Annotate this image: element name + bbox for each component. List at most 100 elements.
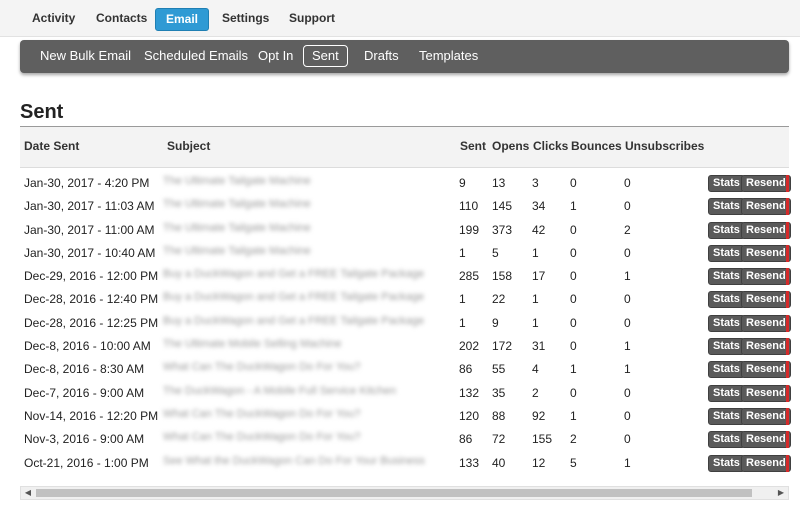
resend-button[interactable]: Resend <box>741 291 791 309</box>
cell-bounces: 0 <box>570 292 577 307</box>
cell-subject[interactable]: The Ultimate Mobile Selling Machine <box>163 338 342 350</box>
cell-unsubscribes: 2 <box>624 222 631 237</box>
stats-button[interactable]: Stats <box>708 407 745 425</box>
delete-button-edge[interactable] <box>786 314 789 332</box>
horizontal-scrollbar[interactable]: ◀ ▶ <box>20 486 789 500</box>
cell-clicks: 42 <box>532 222 546 237</box>
delete-button-edge[interactable] <box>786 338 789 356</box>
header-opens[interactable]: Opens <box>492 139 529 153</box>
delete-button-edge[interactable] <box>786 431 789 449</box>
page-title: Sent <box>20 101 64 123</box>
cell-opens: 172 <box>492 339 513 354</box>
scroll-left-arrow-icon[interactable]: ◀ <box>21 487 35 499</box>
header-subject[interactable]: Subject <box>167 139 210 153</box>
delete-button-edge[interactable] <box>786 407 789 425</box>
top-nav: Activity Contacts Email Settings Support <box>0 0 800 37</box>
cell-subject[interactable]: What Can The DuckWagon Do For You? <box>163 431 361 443</box>
resend-button[interactable]: Resend <box>741 221 791 239</box>
subnav-item-new-bulk-email[interactable]: New Bulk Email <box>32 46 139 66</box>
delete-button-edge[interactable] <box>786 268 789 286</box>
delete-button-edge[interactable] <box>786 291 789 309</box>
cell-clicks: 12 <box>532 455 546 470</box>
header-bounces[interactable]: Bounces <box>571 139 622 153</box>
header-date-sent[interactable]: Date Sent <box>24 139 79 153</box>
cell-subject[interactable]: What Can The DuckWagon Do For You? <box>163 408 361 420</box>
cell-clicks: 3 <box>532 176 539 190</box>
cell-subject[interactable]: The Ultimate Tailgate Machine <box>163 245 311 257</box>
header-unsubscribes[interactable]: Unsubscribes <box>625 139 704 153</box>
resend-button[interactable]: Resend <box>741 198 791 216</box>
cell-opens: 145 <box>492 199 513 214</box>
cell-unsubscribes: 0 <box>624 385 631 400</box>
cell-subject[interactable]: Buy a DuckWagon and Get a FREE Tailgate … <box>163 291 424 303</box>
cell-subject[interactable]: The Ultimate Tailgate Machine <box>163 198 311 210</box>
cell-bounces: 1 <box>570 362 577 377</box>
delete-button-edge[interactable] <box>786 361 789 379</box>
topnav-item-settings[interactable]: Settings <box>212 8 279 29</box>
cell-bounces: 1 <box>570 199 577 214</box>
resend-button[interactable]: Resend <box>741 314 791 332</box>
cell-subject[interactable]: Buy a DuckWagon and Get a FREE Tailgate … <box>163 315 424 327</box>
header-sent[interactable]: Sent <box>460 139 486 153</box>
cell-clicks: 155 <box>532 432 553 447</box>
resend-button[interactable]: Resend <box>741 407 791 425</box>
delete-button-edge[interactable] <box>786 175 789 192</box>
subnav-item-sent[interactable]: Sent <box>303 45 348 67</box>
stats-button[interactable]: Stats <box>708 291 745 309</box>
cell-date-sent: Dec-28, 2016 - 12:40 PM <box>24 292 159 307</box>
stats-button[interactable]: Stats <box>708 361 745 379</box>
scrollbar-thumb[interactable] <box>36 489 752 497</box>
table-row: Jan-30, 2017 - 11:03 AM 110 145 34 1 0 The Ult… <box>20 194 791 217</box>
cell-clicks: 92 <box>532 408 546 423</box>
table-row: Dec-28, 2016 - 12:40 PM 1 22 1 0 0 Buy a DuckW… <box>20 287 791 310</box>
resend-button[interactable]: Resend <box>741 175 791 192</box>
cell-subject[interactable]: See What the DuckWagon Can Do For Your B… <box>163 455 425 467</box>
cell-opens: 72 <box>492 432 506 447</box>
delete-button-edge[interactable] <box>786 221 789 239</box>
scroll-right-arrow-icon[interactable]: ▶ <box>774 487 788 499</box>
resend-button[interactable]: Resend <box>741 338 791 356</box>
topnav-item-support[interactable]: Support <box>279 8 345 29</box>
delete-button-edge[interactable] <box>786 198 789 216</box>
cell-bounces: 0 <box>570 176 577 190</box>
topnav-item-activity[interactable]: Activity <box>22 8 85 29</box>
cell-date-sent: Dec-7, 2016 - 9:00 AM <box>24 385 145 400</box>
resend-button[interactable]: Resend <box>741 268 791 286</box>
cell-unsubscribes: 0 <box>624 315 631 330</box>
cell-subject[interactable]: The DuckWagon - A Mobile Full Service Ki… <box>163 385 396 397</box>
cell-bounces: 0 <box>570 245 577 260</box>
delete-button-edge[interactable] <box>786 244 789 262</box>
subnav-item-opt-in[interactable]: Opt In <box>250 46 301 66</box>
topnav-item-email[interactable]: Email <box>155 8 210 31</box>
stats-button[interactable]: Stats <box>708 384 745 402</box>
cell-date-sent: Dec-29, 2016 - 12:00 PM <box>24 269 159 284</box>
stats-button[interactable]: Stats <box>708 244 745 262</box>
delete-button-edge[interactable] <box>786 454 789 472</box>
header-clicks[interactable]: Clicks <box>533 139 568 153</box>
resend-button[interactable]: Resend <box>741 431 791 449</box>
cell-subject[interactable]: The Ultimate Tailgate Machine <box>163 175 311 187</box>
stats-button[interactable]: Stats <box>708 268 745 286</box>
topnav-item-contacts[interactable]: Contacts <box>86 8 157 29</box>
delete-button-edge[interactable] <box>786 384 789 402</box>
cell-subject[interactable]: Buy a DuckWagon and Get a FREE Tailgate … <box>163 268 424 280</box>
stats-button[interactable]: Stats <box>708 198 745 216</box>
stats-button[interactable]: Stats <box>708 221 745 239</box>
cell-subject[interactable]: What Can The DuckWagon Do For You? <box>163 361 361 373</box>
cell-subject[interactable]: The Ultimate Tailgate Machine <box>163 222 311 234</box>
cell-date-sent: Dec-28, 2016 - 12:25 PM <box>24 315 159 330</box>
cell-sent: 202 <box>459 339 480 354</box>
stats-button[interactable]: Stats <box>708 431 745 449</box>
resend-button[interactable]: Resend <box>741 454 791 472</box>
stats-button[interactable]: Stats <box>708 175 745 192</box>
subnav-item-drafts[interactable]: Drafts <box>356 46 407 66</box>
stats-button[interactable]: Stats <box>708 314 745 332</box>
cell-unsubscribes: 0 <box>624 245 631 260</box>
resend-button[interactable]: Resend <box>741 384 791 402</box>
resend-button[interactable]: Resend <box>741 244 791 262</box>
resend-button[interactable]: Resend <box>741 361 791 379</box>
stats-button[interactable]: Stats <box>708 454 745 472</box>
stats-button[interactable]: Stats <box>708 338 745 356</box>
subnav-item-templates[interactable]: Templates <box>411 46 486 66</box>
subnav-item-scheduled-emails[interactable]: Scheduled Emails <box>136 46 256 66</box>
